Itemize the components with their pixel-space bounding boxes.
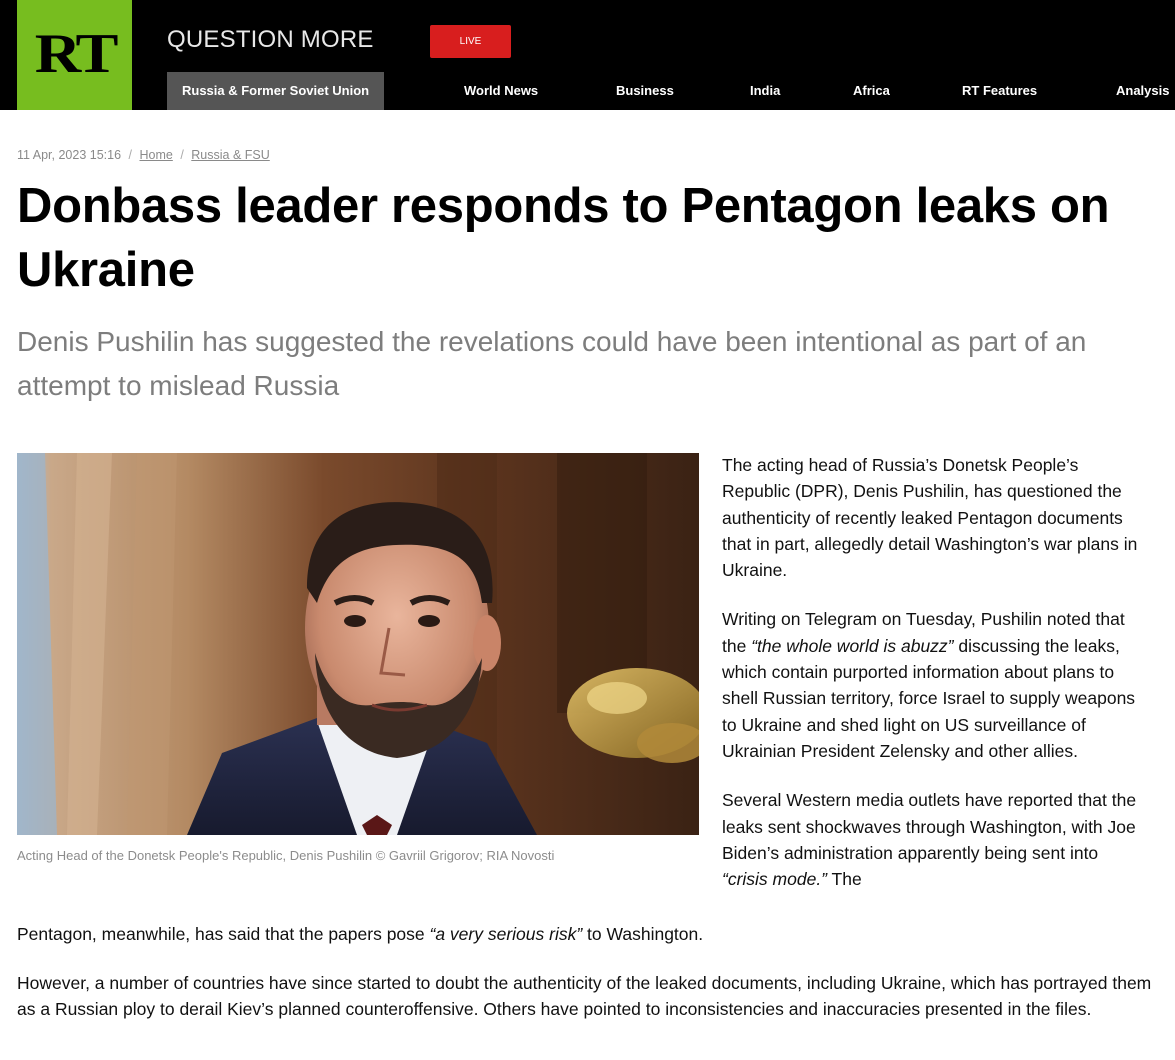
main-nav: Russia & Former Soviet Union World News … <box>167 72 1175 110</box>
paragraph-1: The acting head of Russia’s Donetsk Peop… <box>722 455 1138 581</box>
paragraph-2: Writing on Telegram on Tuesday, Pushilin… <box>722 606 1147 764</box>
tagline: QUESTION MORE <box>167 26 374 53</box>
live-button[interactable]: LIVE <box>430 25 511 58</box>
nav-item-rt-features[interactable]: RT Features <box>962 72 1037 110</box>
article-meta: 11 Apr, 2023 15:16 / Home / Russia & FSU <box>17 148 270 162</box>
article-photo[interactable] <box>17 453 699 835</box>
paragraph-3-continuation: Pentagon, meanwhile, has said that the p… <box>17 921 1157 947</box>
photo-caption: Acting Head of the Donetsk People's Repu… <box>17 848 555 863</box>
paragraph-3-text-mid: The <box>827 869 862 890</box>
article-title: Donbass leader responds to Pentagon leak… <box>17 179 1110 297</box>
nav-item-russia-fsu[interactable]: Russia & Former Soviet Union <box>167 72 385 110</box>
paragraph-4: However, a number of countries have sinc… <box>17 973 1152 1020</box>
article-body-column: The acting head of Russia’s Donetsk Peop… <box>722 452 1147 892</box>
breadcrumb-home-link[interactable]: Home <box>139 148 172 162</box>
article-summary: Denis Pushilin has suggested the revelat… <box>17 326 1087 401</box>
nav-item-africa[interactable]: Africa <box>853 72 890 110</box>
breadcrumb-separator: / <box>180 148 184 162</box>
nav-item-india[interactable]: India <box>750 72 780 110</box>
paragraph-3-quote: “crisis mode.” <box>722 869 828 890</box>
nav-item-analysis[interactable]: Analysis <box>1116 72 1169 110</box>
portrait-illustration <box>17 453 699 835</box>
nav-item-world-news[interactable]: World News <box>464 72 538 110</box>
nav-item-business[interactable]: Business <box>616 72 674 110</box>
paragraph-3-cont-text: Pentagon, meanwhile, has said that the p… <box>17 924 430 944</box>
paragraph-3-text: Several Western media outlets have repor… <box>722 790 1137 863</box>
site-header: RT QUESTION MORE LIVE Russia & Former So… <box>0 0 1175 110</box>
paragraph-3: Several Western media outlets have repor… <box>722 787 1147 892</box>
paragraph-3-cont-end: to Washington. <box>582 924 704 944</box>
article-date: 11 Apr, 2023 15:16 <box>17 148 122 162</box>
logo-text: RT <box>34 23 118 85</box>
rt-logo[interactable]: RT <box>17 0 132 110</box>
breadcrumb-separator: / <box>128 148 132 162</box>
breadcrumb-section-link[interactable]: Russia & FSU <box>191 148 270 162</box>
paragraph-3-quote-2: “a very serious risk” <box>429 924 583 944</box>
paragraph-2-quote: “the whole world is abuzz” <box>751 635 954 656</box>
